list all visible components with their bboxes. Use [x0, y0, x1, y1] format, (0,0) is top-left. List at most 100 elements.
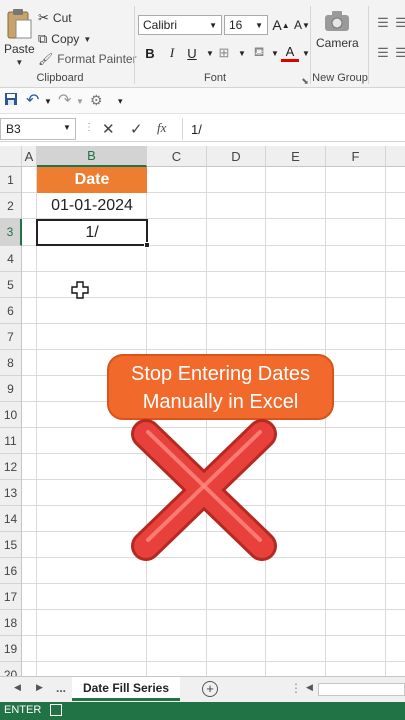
cell-B1-header[interactable]: Date: [37, 167, 147, 193]
row-header-6[interactable]: 6: [0, 298, 22, 324]
row-header-8[interactable]: 8: [0, 350, 22, 376]
font-color-dropdown-icon[interactable]: ▼: [297, 44, 315, 62]
row-header-19[interactable]: 19: [0, 636, 22, 662]
column-header-C[interactable]: C: [147, 146, 207, 167]
formula-input[interactable]: 1/: [182, 118, 405, 140]
borders-icon[interactable]: ⊞: [215, 44, 233, 62]
cell-B2[interactable]: 01-01-2024: [37, 193, 147, 219]
enter-entry-icon[interactable]: ✓: [130, 120, 143, 138]
align-left-icon[interactable]: ☰: [374, 44, 392, 62]
underline-button[interactable]: U: [183, 44, 201, 62]
font-size-select[interactable]: 16 ▼: [224, 15, 268, 35]
align-top-icon[interactable]: ☰: [374, 14, 392, 32]
row-header-12[interactable]: 12: [0, 454, 22, 480]
redo-icon[interactable]: ↷: [58, 90, 71, 110]
copy-dropdown-icon[interactable]: ▼: [83, 35, 91, 44]
align-center-icon[interactable]: ☰: [392, 44, 405, 62]
row-header-2[interactable]: 2: [0, 193, 22, 219]
row-header-9[interactable]: 9: [0, 376, 22, 402]
row-header-11[interactable]: 11: [0, 428, 22, 454]
font-name-select[interactable]: Calibri ▼: [138, 15, 222, 35]
column-header-G[interactable]: [386, 146, 405, 167]
row-header-4[interactable]: 4: [0, 246, 22, 272]
redo-dropdown-icon[interactable]: ▼: [76, 97, 84, 106]
column-header-B[interactable]: B: [37, 146, 147, 167]
row-header-1[interactable]: 1: [0, 167, 22, 193]
row-header-18[interactable]: 18: [0, 610, 22, 636]
ribbon: Paste ▼ ✂ Cut ⧉ Copy ▼ 🖌 Format Painter …: [0, 0, 405, 88]
paintbrush-icon: 🖌: [38, 52, 54, 66]
borders-dropdown-icon[interactable]: ▼: [233, 44, 251, 62]
grid-line: [22, 583, 405, 584]
row-header-13[interactable]: 13: [0, 480, 22, 506]
shrink-font-button[interactable]: A ▼: [293, 16, 311, 34]
row-header-7[interactable]: 7: [0, 324, 22, 350]
status-bar: ENTER: [0, 702, 405, 720]
more-sheets-button[interactable]: ...: [56, 681, 66, 695]
grid-line: [22, 609, 405, 610]
row-header-17[interactable]: 17: [0, 584, 22, 610]
select-all-corner[interactable]: [0, 146, 22, 167]
copy-icon: ⧉: [38, 31, 48, 46]
clipboard-group-label: Clipboard: [36, 72, 84, 84]
font-size-value: 16: [229, 18, 243, 32]
fill-handle[interactable]: [144, 242, 150, 248]
camera-button[interactable]: Camera: [316, 10, 359, 50]
sheet-tab-label: Date Fill Series: [82, 680, 170, 695]
grow-font-button[interactable]: A ▲: [272, 16, 290, 34]
sheet-tab-date-fill-series[interactable]: Date Fill Series: [72, 677, 180, 701]
cell-B2-text: 01-01-2024: [51, 197, 133, 214]
customize-toolbar-icon[interactable]: ▾: [118, 96, 123, 107]
bold-label: B: [145, 45, 155, 61]
scroll-right-icon[interactable]: ▶: [36, 682, 43, 693]
underline-label: U: [187, 45, 197, 61]
row-header-15[interactable]: 15: [0, 532, 22, 558]
italic-label: I: [169, 45, 175, 60]
quick-access-toolbar: ↶ ▼ ↷ ▼ ⚙ ▾: [0, 88, 405, 114]
copy-button[interactable]: ⧉ Copy ▼: [38, 31, 91, 47]
row-header-3[interactable]: 3: [0, 219, 22, 246]
hscroll-left-icon[interactable]: ◀: [306, 682, 313, 693]
save-icon[interactable]: [4, 92, 18, 109]
insert-function-icon[interactable]: fx: [157, 120, 166, 136]
font-color-label: A: [285, 44, 295, 59]
paste-button[interactable]: Paste ▼: [4, 8, 35, 67]
name-box-value: B3: [6, 122, 21, 136]
undo-icon[interactable]: ↶: [26, 90, 39, 110]
formula-value: 1/: [191, 122, 202, 137]
undo-dropdown-icon[interactable]: ▼: [44, 97, 52, 106]
new-sheet-button[interactable]: +: [202, 681, 218, 697]
sheet-tab-bar: ◀ ▶ ... Date Fill Series + ⋮ ◀: [0, 676, 405, 702]
row-header-14[interactable]: 14: [0, 506, 22, 532]
status-mode: ENTER: [4, 704, 42, 716]
column-header-A[interactable]: A: [22, 146, 37, 167]
name-box-dropdown-icon[interactable]: ▼: [63, 123, 71, 132]
cell-B1-text: Date: [74, 171, 110, 188]
row-header-5[interactable]: 5: [0, 272, 22, 298]
copy-label: Copy: [51, 32, 80, 46]
sheet-stats-icon[interactable]: [50, 704, 62, 716]
column-header-F[interactable]: F: [326, 146, 386, 167]
italic-button[interactable]: I: [163, 44, 181, 62]
active-cell-B3[interactable]: 1/: [36, 219, 150, 248]
formula-bar: B3 ▼ ⋮ ✕ ✓ fx 1/: [0, 116, 405, 142]
paste-icon: [7, 9, 32, 39]
cut-button[interactable]: ✂ Cut: [38, 10, 72, 26]
font-group-label: Font: [203, 72, 226, 84]
scroll-left-icon[interactable]: ◀: [14, 682, 21, 693]
row-header-16[interactable]: 16: [0, 558, 22, 584]
chevron-down-icon: ▼: [209, 20, 217, 30]
red-x-icon: [131, 419, 277, 561]
font-name-value: Calibri: [143, 18, 178, 32]
paste-dropdown-icon[interactable]: ▼: [15, 58, 23, 67]
column-header-D[interactable]: D: [207, 146, 266, 167]
column-header-E[interactable]: E: [266, 146, 326, 167]
cancel-entry-icon[interactable]: ✕: [102, 120, 115, 138]
format-painter-button[interactable]: 🖌 Format Painter: [38, 52, 137, 66]
row-header-10[interactable]: 10: [0, 402, 22, 428]
horizontal-scrollbar[interactable]: [318, 683, 405, 696]
align-middle-icon[interactable]: ☰: [392, 14, 405, 32]
bold-button[interactable]: B: [141, 44, 159, 62]
macro-icon[interactable]: ⚙: [90, 92, 103, 109]
chevron-down-icon: ▼: [255, 20, 263, 30]
